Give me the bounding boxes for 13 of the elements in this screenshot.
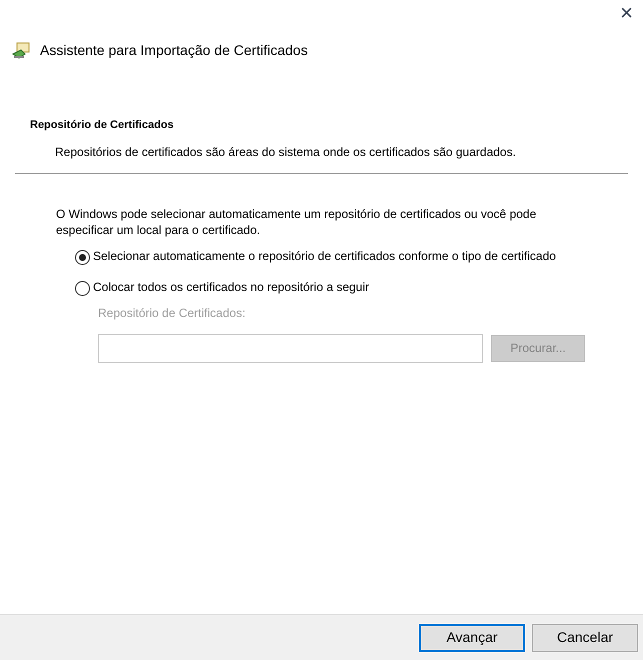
close-button[interactable]: × [616,1,637,24]
radio-option[interactable]: Colocar todos os certificados no repositório a seguir [75,278,593,296]
section-description: Repositórios de certificados são áreas do sistema onde os certificados são guardados. [54,144,517,160]
intro-text: O Windows pode selecionar automaticamente um repositório de certificados ou você pode especificar um local para o certificado. [55,206,538,238]
window-title: Assistente para Importação de Certificados [40,41,308,60]
section-heading: Repositório de Certificados [30,118,175,133]
store-label: Repositório de Certificados: [98,304,246,322]
dialog-button[interactable]: Cancelar [532,624,638,652]
radio-button[interactable] [75,250,90,264]
certificate-icon [11,42,31,60]
dialog-button[interactable]: Avançar [419,624,525,652]
radio-button[interactable] [75,280,90,296]
radio-option[interactable]: Selecionar automaticamente o repositório de certificados conforme o tipo de certificado [75,248,593,264]
